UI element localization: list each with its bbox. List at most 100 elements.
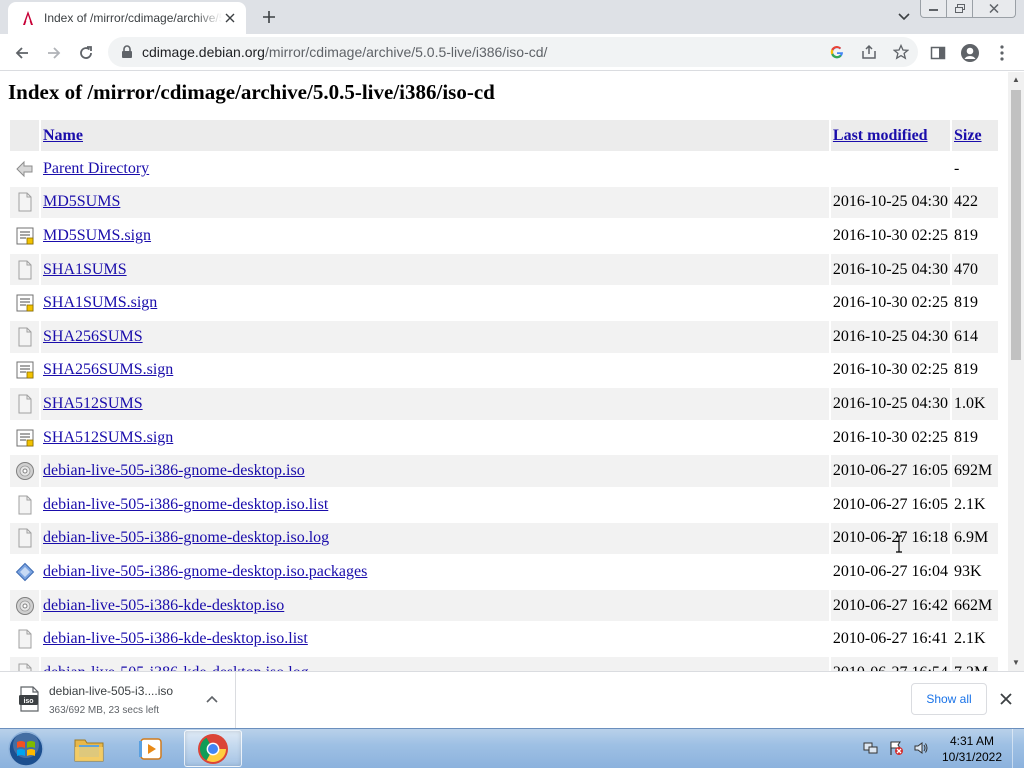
file-link[interactable]: debian-live-505-i386-gnome-desktop.iso.p…: [43, 563, 367, 580]
kebab-menu-icon: [1000, 45, 1004, 61]
file-link[interactable]: MD5SUMS: [43, 193, 120, 210]
taskbar-chrome-button[interactable]: [184, 730, 242, 767]
chrome-icon: [198, 733, 228, 764]
close-window-button[interactable]: [972, 0, 1016, 18]
back-arrow-icon: [15, 47, 28, 59]
network-icon[interactable]: [862, 739, 880, 757]
download-shelf: iso debian-live-505-i3....iso 363/692 MB…: [0, 671, 1024, 728]
name-cell: debian-live-505-i386-gnome-desktop.iso.l…: [41, 489, 829, 521]
name-column-header: Name: [41, 120, 829, 151]
size-cell: 2.1K: [954, 495, 986, 513]
text-file-icon: [18, 629, 31, 649]
download-item[interactable]: iso debian-live-505-i3....iso 363/692 MB…: [0, 672, 236, 728]
minimize-button[interactable]: [920, 0, 947, 18]
forward-button[interactable]: [40, 39, 68, 67]
address-bar[interactable]: cdimage.debian.org/mirror/cdimage/archiv…: [108, 37, 918, 67]
show-desktop-button[interactable]: [1012, 729, 1024, 768]
name-cell: debian-live-505-i386-gnome-desktop.iso.l…: [41, 522, 829, 555]
signed-file-icon: [16, 294, 33, 312]
table-row: SHA1SUMS.sign 2016-10-30 02:25 819: [10, 287, 998, 319]
download-filename: debian-live-505-i3....iso: [49, 684, 174, 698]
icon-cell: [10, 186, 39, 219]
size-cell: 93K: [954, 562, 982, 580]
file-link[interactable]: SHA256SUMS: [43, 328, 143, 345]
size-cell: 819: [954, 361, 978, 379]
scroll-down-arrow-icon[interactable]: ▼: [1012, 659, 1020, 667]
file-link[interactable]: debian-live-505-i386-gnome-desktop.iso.l…: [43, 496, 328, 513]
restore-button[interactable]: [946, 0, 973, 18]
windows-taskbar: 4:31 AM 10/31/2022: [0, 728, 1024, 768]
back-button[interactable]: [8, 39, 36, 67]
start-button[interactable]: [4, 729, 48, 768]
tab-title: Index of /mirror/cdimage/archive/5.0.5-l…: [44, 11, 222, 25]
file-link[interactable]: SHA1SUMS.sign: [43, 294, 157, 311]
page-title: Index of /mirror/cdimage/archive/5.0.5-l…: [8, 80, 495, 104]
scrollbar-thumb[interactable]: [1011, 90, 1021, 360]
chevron-up-icon[interactable]: [204, 692, 220, 708]
name-cell: debian-live-505-i386-gnome-desktop.iso.p…: [41, 556, 829, 588]
signed-file-icon: [16, 429, 33, 447]
parent-directory-link[interactable]: Parent Directory: [43, 160, 149, 177]
iso-file-icon: iso: [19, 686, 39, 712]
modified-cell: 2016-10-25 04:30: [830, 253, 950, 286]
action-center-flag-icon[interactable]: [887, 739, 905, 757]
close-shelf-icon[interactable]: [997, 690, 1015, 708]
modified-cell: 2010-06-27 16:18: [830, 522, 950, 555]
taskbar-media-player-button[interactable]: [122, 730, 180, 767]
icon-cell: [10, 253, 39, 286]
file-link[interactable]: SHA1SUMS: [43, 261, 127, 278]
sort-by-modified-link[interactable]: Last modified: [833, 127, 928, 144]
sort-by-size-link[interactable]: Size: [954, 127, 982, 144]
browser-tab[interactable]: Index of /mirror/cdimage/archive/5.0.5-l…: [8, 2, 246, 34]
file-link[interactable]: SHA256SUMS.sign: [43, 361, 173, 378]
reload-icon: [80, 46, 92, 59]
clock-time: 4:31 AM: [949, 734, 995, 748]
clock-date: 10/31/2022: [941, 750, 1003, 764]
file-link[interactable]: SHA512SUMS: [43, 395, 143, 412]
volume-icon[interactable]: [912, 739, 930, 757]
show-all-downloads-button[interactable]: Show all: [911, 683, 987, 715]
name-cell: debian-live-505-i386-kde-desktop.iso.log: [41, 656, 829, 671]
reload-button[interactable]: [72, 39, 100, 67]
size-cell: 819: [954, 428, 978, 446]
google-lens-icon[interactable]: [826, 41, 848, 63]
taskbar-explorer-button[interactable]: [60, 730, 118, 767]
icon-cell: [10, 455, 39, 487]
taskbar-clock[interactable]: 4:31 AM 10/31/2022: [940, 733, 1004, 765]
url-text[interactable]: cdimage.debian.org/mirror/cdimage/archiv…: [142, 44, 547, 60]
table-row: SHA256SUMS 2016-10-25 04:30 614: [10, 320, 998, 353]
tab-strip: Index of /mirror/cdimage/archive/5.0.5-l…: [0, 0, 1024, 34]
file-link[interactable]: debian-live-505-i386-gnome-desktop.iso: [43, 462, 305, 479]
text-cursor-icon: [896, 535, 902, 553]
icon-cell: [10, 287, 39, 319]
tab-search-chevron-icon[interactable]: [894, 8, 914, 26]
file-link[interactable]: SHA512SUMS.sign: [43, 429, 173, 446]
close-tab-icon[interactable]: [222, 10, 238, 26]
package-file-icon: [15, 562, 34, 582]
vertical-scrollbar[interactable]: ▲ ▼: [1008, 72, 1024, 671]
file-link[interactable]: debian-live-505-i386-kde-desktop.iso.log: [43, 664, 309, 671]
new-tab-button[interactable]: [258, 6, 280, 28]
icon-cell: [10, 656, 39, 671]
file-link[interactable]: MD5SUMS.sign: [43, 227, 151, 244]
icon-cell: [10, 355, 39, 387]
browser-menu-button[interactable]: [988, 39, 1016, 67]
sort-by-name-link[interactable]: Name: [43, 127, 83, 144]
modified-cell: 2016-10-30 02:25: [832, 361, 948, 379]
file-link[interactable]: debian-live-505-i386-kde-desktop.iso: [43, 597, 284, 614]
table-row: debian-live-505-i386-kde-desktop.iso.lis…: [10, 623, 998, 655]
bookmark-star-icon[interactable]: [890, 41, 912, 63]
profile-button[interactable]: [956, 39, 984, 67]
lock-icon[interactable]: [120, 45, 134, 59]
side-panel-button[interactable]: [924, 39, 952, 67]
share-icon[interactable]: [858, 41, 880, 63]
icon-cell: [10, 220, 39, 252]
table-row: debian-live-505-i386-gnome-desktop.iso.p…: [10, 556, 998, 588]
scroll-up-arrow-icon[interactable]: ▲: [1012, 76, 1020, 84]
name-cell: debian-live-505-i386-kde-desktop.iso: [41, 589, 829, 622]
media-player-icon: [139, 737, 162, 760]
name-cell: debian-live-505-i386-kde-desktop.iso.lis…: [41, 623, 829, 655]
file-link[interactable]: debian-live-505-i386-kde-desktop.iso.lis…: [43, 630, 308, 647]
file-link[interactable]: debian-live-505-i386-gnome-desktop.iso.l…: [43, 529, 329, 546]
name-cell: SHA512SUMS: [41, 388, 829, 420]
